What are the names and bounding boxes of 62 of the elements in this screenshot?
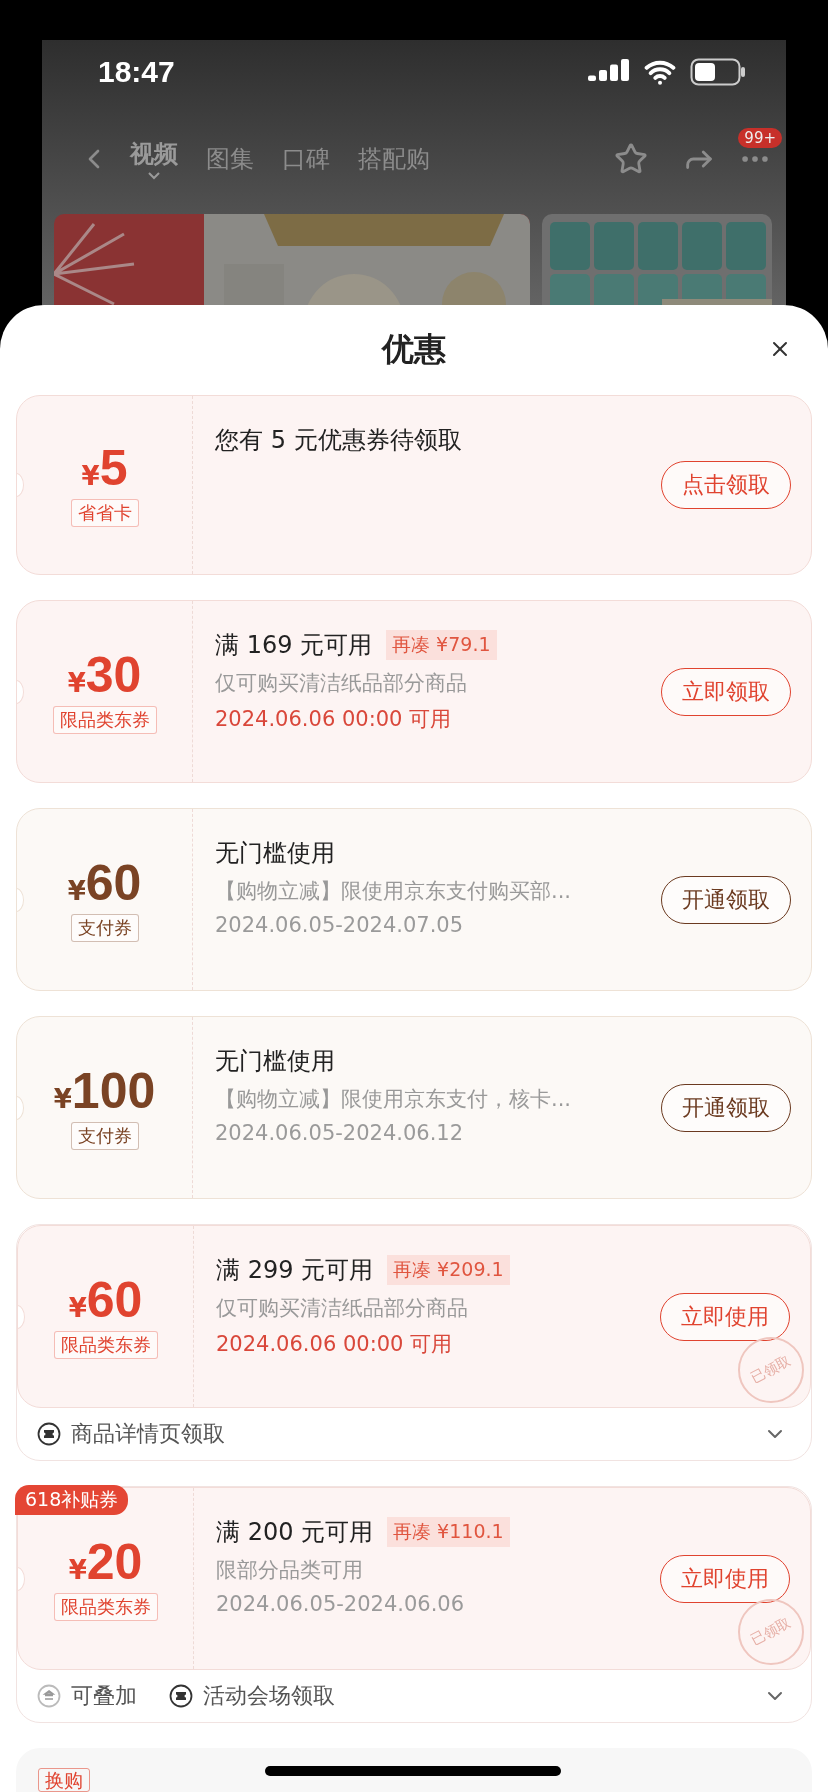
- nav-tab[interactable]: 搭配购: [344, 143, 444, 175]
- coupon-note: 商品详情页领取: [71, 1420, 225, 1448]
- coupon-title: 无门槛使用: [215, 1046, 335, 1077]
- coupon-date: 2024.06.05-2024.06.06: [216, 1592, 466, 1616]
- currency-sign: ¥: [68, 1292, 87, 1323]
- currency-sign: ¥: [67, 875, 86, 906]
- currency-sign: ¥: [68, 1554, 87, 1585]
- sheet-title: 优惠: [382, 329, 446, 370]
- claim-button[interactable]: 开通领取: [661, 875, 791, 924]
- coupon-type: 支付券: [70, 1121, 139, 1150]
- coupon-title: 您有 5 元优惠券待领取: [215, 425, 462, 456]
- coupon-note: 可叠加: [71, 1682, 137, 1710]
- chevron-down-icon: [148, 172, 160, 180]
- stack-icon: [37, 1684, 61, 1708]
- coupon-date: 2024.06.05-2024.07.05: [215, 913, 465, 937]
- coupon-description: 仅可购买清洁纸品部分商品: [216, 1295, 469, 1322]
- battery-icon: [690, 58, 746, 86]
- coupon-amount: 60: [86, 1274, 143, 1325]
- coupon-type: 省省卡: [70, 499, 139, 527]
- coupon-type: 限品类东券: [53, 1330, 158, 1359]
- nav-tab[interactable]: 视频: [116, 138, 192, 180]
- shortfall-label: 再凑 ¥79.1: [386, 630, 497, 660]
- coupon-amount: 100: [71, 1065, 156, 1116]
- status-time: 18:47: [98, 55, 175, 89]
- coupon-type: 限品类东券: [52, 705, 157, 734]
- coupon-tag: 618补贴券: [15, 1485, 129, 1515]
- nav-tab[interactable]: 口碑: [268, 143, 344, 175]
- coupon-amount: 60: [85, 857, 142, 908]
- coupon-description: 【购物立减】限使用京东支付，核卡...: [215, 1086, 573, 1113]
- coupon-note: 活动会场领取: [203, 1682, 335, 1710]
- coupon-amount: 20: [86, 1536, 143, 1587]
- coupon-description: 仅可购买清洁纸品部分商品: [215, 670, 468, 697]
- coupon-type: 支付券: [70, 913, 139, 942]
- coupon-amount: 5: [99, 443, 128, 493]
- coupon-type: 限品类东券: [53, 1592, 158, 1621]
- currency-sign: ¥: [53, 1083, 72, 1114]
- currency-sign: ¥: [81, 461, 100, 491]
- claim-button[interactable]: 立即使用: [660, 1292, 790, 1341]
- coupon-tag: 换购: [38, 1768, 90, 1792]
- coupon-title: 无门槛使用: [215, 838, 335, 869]
- shortfall-label: 再凑 ¥209.1: [387, 1255, 510, 1285]
- shortfall-label: 再凑 ¥110.1: [387, 1517, 510, 1547]
- claim-button[interactable]: 开通领取: [661, 1083, 791, 1132]
- coupon-title: 满 200 元可用: [216, 1517, 374, 1548]
- claim-button[interactable]: 立即使用: [660, 1554, 790, 1603]
- coupon-title: 满 299 元可用: [216, 1255, 374, 1286]
- coupon-date: 2024.06.05-2024.06.12: [215, 1121, 465, 1145]
- coupon-date: 2024.06.06 00:00 可用: [215, 706, 453, 733]
- claim-button[interactable]: 点击领取: [661, 461, 791, 509]
- coupon-description: 【购物立减】限使用京东支付购买部...: [215, 878, 573, 905]
- claimed-stamp: 已领取: [738, 1599, 804, 1665]
- coupon-date: 2024.06.06 00:00 可用: [216, 1331, 454, 1358]
- coupon-title: 满 169 元可用: [215, 630, 373, 661]
- coupon-amount: 30: [85, 649, 142, 700]
- currency-sign: ¥: [67, 667, 86, 698]
- claim-button[interactable]: 立即领取: [661, 667, 791, 716]
- claimed-stamp: 已领取: [738, 1337, 804, 1403]
- ticket-icon: [37, 1422, 61, 1446]
- coupon-description: 限部分品类可用: [216, 1557, 364, 1584]
- notification-badge: 99+: [738, 128, 782, 148]
- nav-tab[interactable]: 图集: [192, 143, 268, 175]
- ticket-icon: [169, 1684, 193, 1708]
